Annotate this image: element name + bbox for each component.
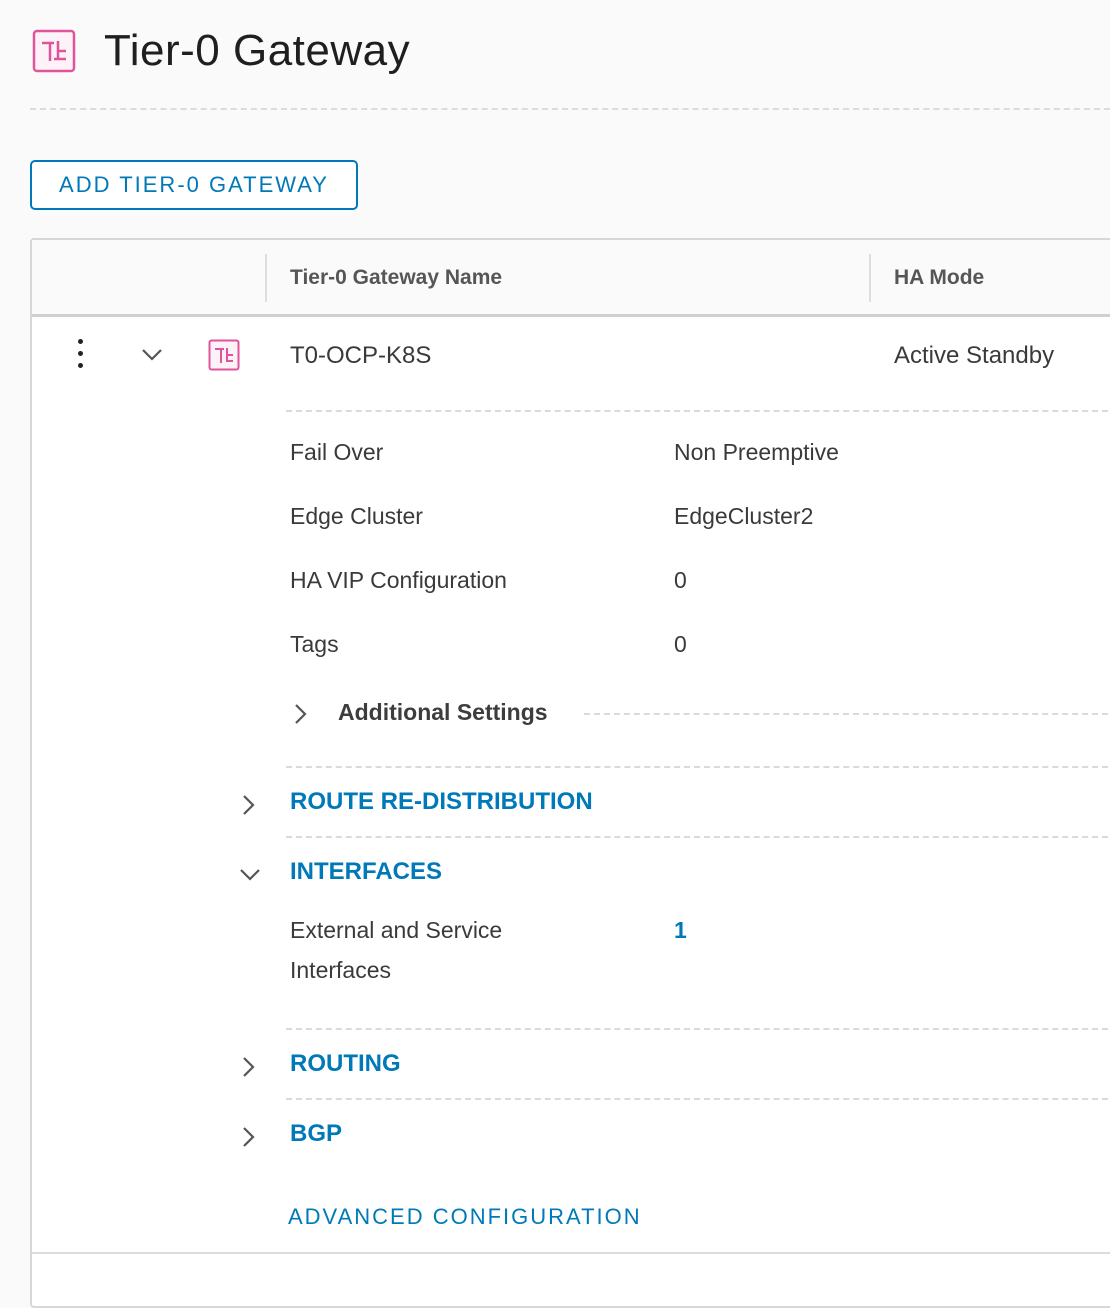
column-header-name[interactable]: Tier-0 Gateway Name bbox=[290, 264, 502, 292]
tier0-gateway-icon bbox=[208, 339, 240, 371]
column-header-ha-mode[interactable]: HA Mode bbox=[894, 264, 984, 292]
table-row: T0-OCP-K8S Active Standby bbox=[32, 317, 1110, 397]
ha-vip-config-value: 0 bbox=[674, 567, 687, 593]
chevron-right-icon[interactable] bbox=[240, 793, 256, 817]
fail-over-label: Fail Over bbox=[290, 439, 384, 465]
ha-vip-config-label: HA VIP Configuration bbox=[290, 567, 507, 593]
bgp-section[interactable]: BGP bbox=[290, 1119, 342, 1149]
tags-value: 0 bbox=[674, 631, 687, 657]
gateway-name: T0-OCP-K8S bbox=[290, 342, 432, 369]
grid-header: Tier-0 Gateway Name HA Mode bbox=[32, 240, 1110, 317]
divider bbox=[286, 836, 1110, 838]
routing-section[interactable]: ROUTING bbox=[290, 1049, 401, 1079]
divider bbox=[286, 410, 1110, 412]
chevron-right-icon[interactable] bbox=[240, 1125, 256, 1149]
interfaces-section[interactable]: INTERFACES bbox=[290, 857, 442, 887]
advanced-configuration-link[interactable]: ADVANCED CONFIGURATION bbox=[288, 1202, 642, 1232]
divider bbox=[286, 766, 1110, 768]
add-tier0-gateway-button[interactable]: ADD TIER-0 GATEWAY bbox=[30, 160, 358, 210]
chevron-right-icon[interactable] bbox=[240, 1055, 256, 1079]
column-separator bbox=[265, 254, 267, 302]
additional-settings-toggle[interactable]: Additional Settings bbox=[338, 697, 548, 727]
header-divider bbox=[30, 108, 1110, 110]
ha-mode-value: Active Standby bbox=[894, 342, 1055, 369]
chevron-down-icon[interactable] bbox=[140, 347, 164, 363]
external-service-interfaces-label: External and Service Interfaces bbox=[290, 917, 503, 983]
route-redistribution-section[interactable]: ROUTE RE-DISTRIBUTION bbox=[290, 787, 593, 817]
page-title: Tier-0 Gateway bbox=[104, 26, 411, 75]
tier0-gateway-icon bbox=[32, 29, 76, 73]
divider bbox=[584, 713, 1110, 715]
row-actions-icon[interactable] bbox=[72, 339, 88, 379]
chevron-right-icon[interactable] bbox=[292, 702, 308, 726]
external-service-interfaces-count-link[interactable]: 1 bbox=[674, 915, 687, 945]
tags-label: Tags bbox=[290, 631, 339, 657]
page-header: Tier-0 Gateway bbox=[32, 26, 410, 76]
row-bottom-border bbox=[32, 1252, 1110, 1254]
edge-cluster-value: EdgeCluster2 bbox=[674, 503, 814, 529]
chevron-down-icon[interactable] bbox=[238, 867, 262, 883]
column-separator bbox=[869, 254, 871, 302]
divider bbox=[286, 1028, 1110, 1030]
gateway-grid: Tier-0 Gateway Name HA Mode T0-OCP-K8S A… bbox=[30, 238, 1110, 1308]
edge-cluster-label: Edge Cluster bbox=[290, 503, 423, 529]
divider bbox=[286, 1098, 1110, 1100]
fail-over-value: Non Preemptive bbox=[674, 439, 839, 465]
